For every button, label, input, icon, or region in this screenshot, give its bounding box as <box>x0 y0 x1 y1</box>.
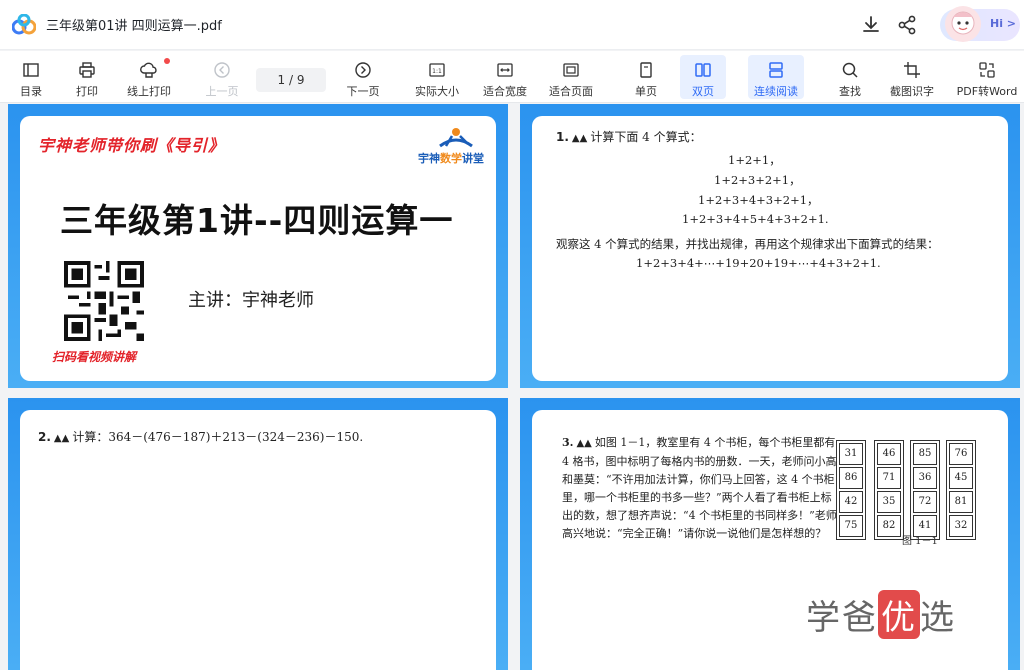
shelf-cell: 71 <box>877 467 901 489</box>
lecturer-name: 主讲：宇神老师 <box>188 290 314 311</box>
qr-code-icon[interactable] <box>64 261 144 341</box>
page-1-content: 宇神老师带你刷《导引》 宇神数学讲堂 三年级第1讲--四则运算一 主讲：宇神老师… <box>20 116 496 381</box>
assistant-avatar-icon[interactable] <box>944 5 982 43</box>
actual-size-button[interactable]: 1:1 实际大小 <box>412 55 462 99</box>
title-bar: 三年级第01讲 四则运算一.pdf Hi > <box>0 0 1024 50</box>
shelf-cell: 86 <box>839 467 863 489</box>
actual-size-icon: 1:1 <box>429 63 445 77</box>
shelf-cell: 81 <box>949 491 973 513</box>
shelf-cell: 45 <box>949 467 973 489</box>
expression-line: 1+2+3+4+5+4+3+2+1. <box>682 212 829 226</box>
figure-caption: 图 1－1 <box>902 536 938 547</box>
find-button[interactable]: 查找 <box>834 55 866 99</box>
cloud-print-icon <box>140 62 157 78</box>
shelf-cell: 35 <box>877 491 901 513</box>
notification-dot <box>164 58 170 64</box>
shelf-cell: 82 <box>877 515 901 537</box>
pdf-viewer: 三年级第01讲 四则运算一.pdf Hi > 目录 打印 线上打印 上一页 下一… <box>0 0 1024 670</box>
shelf-cell: 36 <box>913 467 937 489</box>
single-page-button[interactable]: 单页 <box>630 55 662 99</box>
search-icon <box>842 62 858 78</box>
series-title: 宇神老师带你刷《导引》 <box>38 136 226 155</box>
page-3-content: 2. ▲▲ 计算：364－(476－187)＋213－(324－236)－150. <box>20 410 496 670</box>
page-1: 宇神老师带你刷《导引》 宇神数学讲堂 三年级第1讲--四则运算一 主讲：宇神老师… <box>8 104 508 388</box>
toc-button[interactable]: 目录 <box>14 55 48 99</box>
document-pages: 宇神老师带你刷《导引》 宇神数学讲堂 三年级第1讲--四则运算一 主讲：宇神老师… <box>0 104 1024 670</box>
page-number-input[interactable]: 1 / 9 <box>256 68 326 92</box>
difficulty-icon: ▲▲ <box>576 438 592 449</box>
shelf-cell: 32 <box>949 515 973 537</box>
shelf-cell: 76 <box>949 443 973 465</box>
question-1-instruction: 观察这 4 个算式的结果，并找出规律，再用这个规律求出下面算式的结果： <box>556 237 939 251</box>
printer-icon <box>79 62 95 78</box>
crop-icon <box>904 62 920 78</box>
expression-line: 1+2+3+4+3+2+1， <box>698 193 819 207</box>
fit-page-button[interactable]: 适合页面 <box>546 55 596 99</box>
assistant-greeting[interactable]: Hi > <box>990 17 1016 30</box>
question-1-task: 1+2+3+4+⋯+19+20+19+⋯+4+3+2+1. <box>636 256 881 270</box>
fit-page-icon <box>563 63 579 77</box>
bookshelf-4: 76 45 81 32 <box>946 440 976 540</box>
shelf-cell: 85 <box>913 443 937 465</box>
shelf-cell: 72 <box>913 491 937 513</box>
document-title: 三年级第01讲 四则运算一.pdf <box>46 19 222 34</box>
shelf-cell: 75 <box>839 515 863 537</box>
toolbar: 目录 打印 线上打印 上一页 下一页 1:1 实际大小 适合宽度 适合页面 单页… <box>0 51 1024 103</box>
page-3: 2. ▲▲ 计算：364－(476－187)＋213－(324－236)－150. <box>8 398 508 670</box>
fit-width-icon <box>497 63 513 77</box>
lecture-title: 三年级第1讲--四则运算一 <box>60 201 454 240</box>
arrow-right-circle-icon <box>355 62 371 78</box>
share-icon[interactable] <box>896 14 918 36</box>
difficulty-icon: ▲▲ <box>53 433 70 444</box>
question-1-heading: 1. ▲▲ 计算下面 4 个算式： <box>556 130 702 144</box>
svg-text:1:1: 1:1 <box>432 68 442 75</box>
toc-icon <box>23 63 39 77</box>
expression-line: 1+2+3+2+1， <box>714 173 801 187</box>
question-3: 3. ▲▲ 如图 1－1，教室里有 4 个书柜，每个书柜里都有 4 格书，图中标明了… <box>562 436 837 540</box>
bookshelf-3: 85 36 72 41 <box>910 440 940 540</box>
expression-line: 1+2+1， <box>728 153 781 167</box>
scan-hint: 扫码看视频讲解 <box>52 350 137 364</box>
shelf-cell: 42 <box>839 491 863 513</box>
prev-page-button[interactable]: 上一页 <box>202 55 242 99</box>
continuous-reading-button[interactable]: 连续阅读 <box>748 55 804 99</box>
fit-width-button[interactable]: 适合宽度 <box>480 55 530 99</box>
bookshelf-2: 46 71 35 82 <box>874 440 904 540</box>
next-page-button[interactable]: 下一页 <box>343 55 383 99</box>
screenshot-ocr-button[interactable]: 截图识字 <box>886 55 938 99</box>
shelf-cell: 46 <box>877 443 901 465</box>
app-logo-icon <box>12 14 36 35</box>
single-page-icon <box>640 62 652 78</box>
brand-name: 宇神数学讲堂 <box>418 152 484 165</box>
shelf-cell: 31 <box>839 443 863 465</box>
download-icon[interactable] <box>860 14 882 36</box>
arrow-left-circle-icon <box>214 62 230 78</box>
double-page-button[interactable]: 双页 <box>680 55 726 99</box>
pdf-to-word-button[interactable]: PDF转Word <box>954 55 1020 99</box>
convert-icon <box>979 62 995 78</box>
print-button[interactable]: 打印 <box>70 55 104 99</box>
bookshelf-1: 31 86 42 75 <box>836 440 866 540</box>
online-print-button[interactable]: 线上打印 <box>122 55 176 99</box>
page-2: 1. ▲▲ 计算下面 4 个算式： 1+2+1， 1+2+3+2+1， 1+2+3+… <box>520 104 1020 388</box>
double-page-icon <box>695 63 711 77</box>
question-2: 2. ▲▲ 计算：364－(476－187)＋213－(324－236)－150. <box>38 430 364 444</box>
continuous-reading-icon <box>769 62 783 78</box>
difficulty-icon: ▲▲ <box>571 133 588 144</box>
watermark: 学爸优选 <box>806 590 956 639</box>
page-2-content: 1. ▲▲ 计算下面 4 个算式： 1+2+1， 1+2+3+2+1， 1+2+3+… <box>532 116 1008 381</box>
